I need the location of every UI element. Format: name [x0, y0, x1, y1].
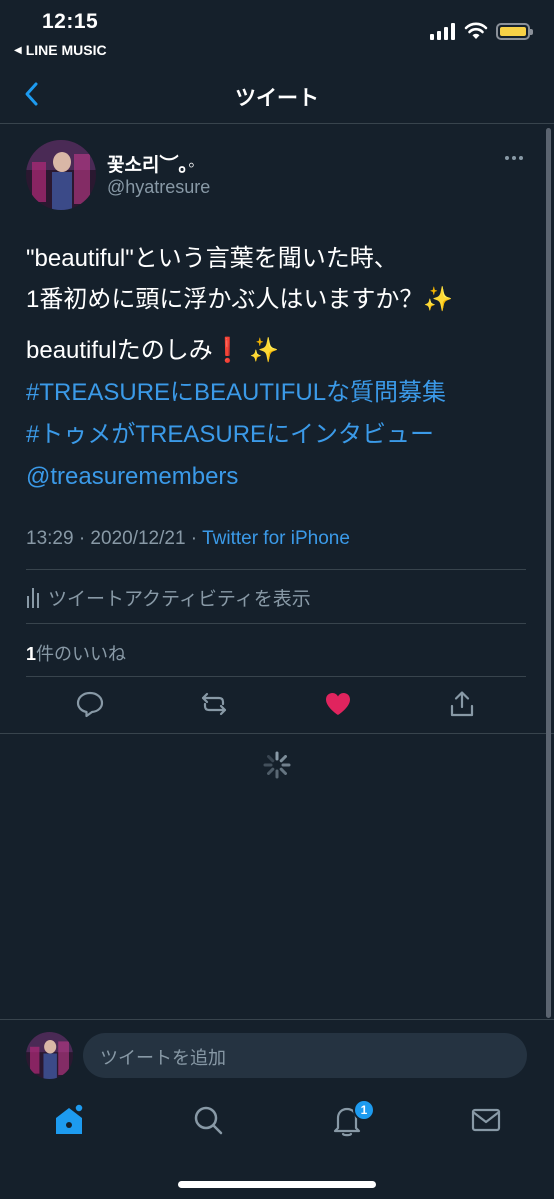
- search-icon[interactable]: [191, 1103, 225, 1137]
- hashtag-link[interactable]: #TREASUREにBEAUTIFULな質問募集: [26, 372, 536, 414]
- page-title: ツイート: [235, 87, 319, 110]
- tweet-actions: [0, 689, 554, 723]
- activity-label: ツイートアクティビティを表示: [48, 589, 311, 610]
- like-heart-icon[interactable]: [323, 689, 353, 719]
- likes-label: 件のいいね: [36, 644, 127, 664]
- back-triangle-icon: ◀: [14, 44, 22, 56]
- more-options-icon[interactable]: [504, 154, 524, 162]
- tweet-text-line: 1番初めに頭に浮かぶ人はいますか？✨: [26, 286, 454, 313]
- tweet-source-link[interactable]: Twitter for iPhone: [202, 528, 350, 549]
- header: ツイート: [0, 66, 554, 124]
- reply-composer: ツイートを追加: [0, 1019, 554, 1089]
- reply-icon[interactable]: [75, 689, 105, 719]
- tweet-text-line: beautifulたのしみ❗️ ✨: [26, 337, 280, 364]
- back-to-app-link[interactable]: ◀ LINE MUSIC: [14, 42, 107, 58]
- back-app-label: LINE MUSIC: [25, 42, 107, 58]
- tweet-timestamp: 13:29 · 2020/12/21 · Twitter for iPhone: [26, 528, 350, 550]
- battery-icon: [496, 22, 533, 40]
- home-indicator[interactable]: [178, 1181, 376, 1188]
- tweet-detail-screen: 12:15 ◀ LINE MUSIC ツイート 꽃소리︶｡◦ @hyatresu…: [0, 0, 554, 1199]
- status-time: 12:15: [42, 10, 99, 33]
- divider: [26, 569, 526, 570]
- status-bar: 12:15 ◀ LINE MUSIC: [0, 0, 554, 66]
- status-icons: [430, 22, 533, 40]
- divider: [26, 676, 526, 677]
- hashtag-link[interactable]: #トゥメがTREASUREにインタビュー: [26, 414, 536, 456]
- activity-chart-icon: [27, 587, 39, 608]
- share-icon[interactable]: [447, 689, 477, 719]
- retweet-icon[interactable]: [199, 689, 229, 719]
- tweet: 꽃소리︶｡◦ @hyatresure "beautiful"という言葉を聞いた時…: [0, 124, 554, 734]
- home-icon[interactable]: [52, 1103, 86, 1137]
- likes-summary[interactable]: 1件のいいね: [26, 640, 126, 666]
- divider: [26, 623, 526, 624]
- tweet-time: 13:29 · 2020/12/21 ·: [26, 528, 203, 549]
- cellular-signal-icon: [430, 22, 455, 40]
- reply-input[interactable]: ツイートを追加: [83, 1033, 527, 1078]
- notification-badge: 1: [353, 1099, 375, 1121]
- mention-link[interactable]: @treasuremembers: [26, 456, 536, 498]
- tweet-text: "beautiful"という言葉を聞いた時、 1番初めに頭に浮かぶ人はいますか？…: [26, 238, 526, 320]
- tweet-text-line: "beautiful"という言葉を聞いた時、: [26, 245, 398, 272]
- my-avatar[interactable]: [26, 1032, 73, 1079]
- tweet-activity-link[interactable]: ツイートアクティビティを表示: [26, 584, 311, 611]
- user-handle[interactable]: @hyatresure: [107, 177, 210, 198]
- loading-spinner-icon: [263, 751, 291, 779]
- wifi-icon: [464, 22, 488, 39]
- scrollbar[interactable]: [546, 128, 551, 1018]
- user-name[interactable]: 꽃소리︶｡◦: [107, 150, 195, 177]
- messages-envelope-icon[interactable]: [469, 1103, 503, 1137]
- avatar[interactable]: [26, 140, 96, 210]
- likes-count: 1: [26, 644, 37, 664]
- tweet-text-continued: beautifulたのしみ❗️ ✨ #TREASUREにBEAUTIFULな質問…: [26, 330, 536, 498]
